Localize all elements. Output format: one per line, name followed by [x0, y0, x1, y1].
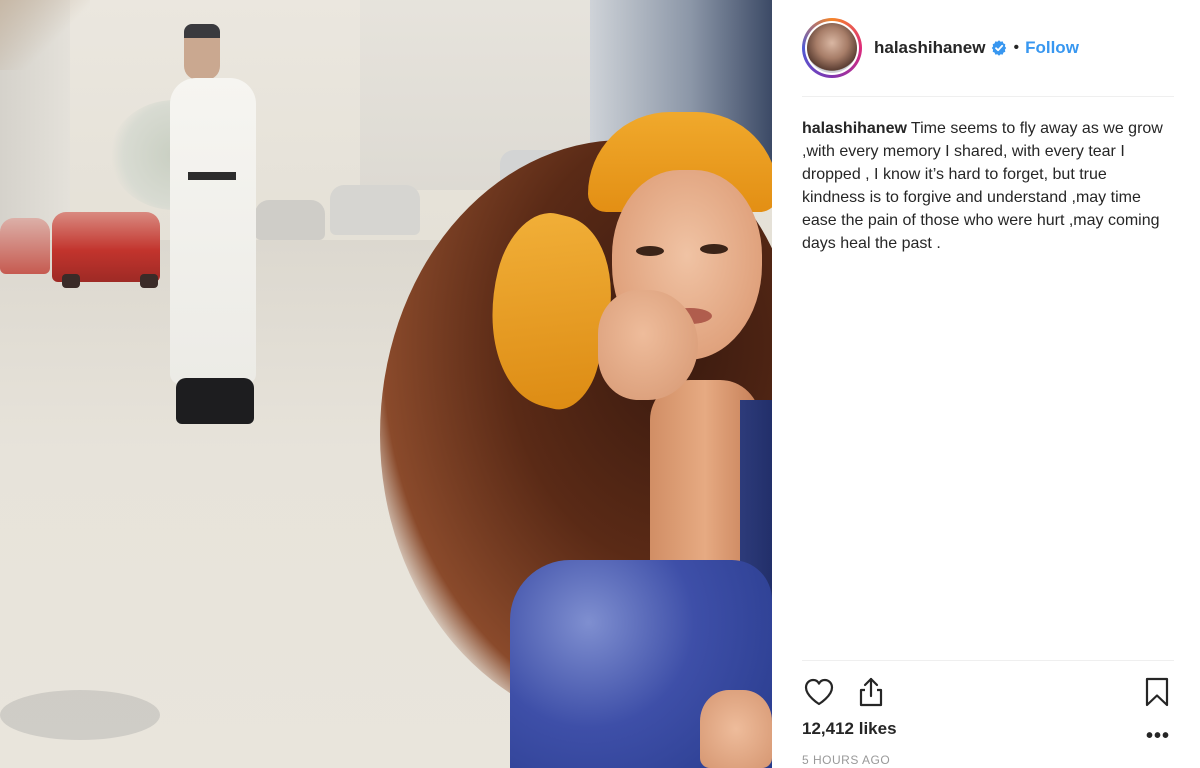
- instagram-post: halashihanew • Follow halashihanew Time s…: [0, 0, 1200, 768]
- post-sidebar: halashihanew • Follow halashihanew Time s…: [772, 0, 1200, 768]
- follow-button[interactable]: Follow: [1025, 38, 1079, 58]
- heart-icon[interactable]: [802, 675, 836, 709]
- caption: halashihanew Time seems to fly away as we…: [802, 117, 1168, 255]
- bookmark-icon[interactable]: [1140, 675, 1174, 709]
- separator-dot: •: [1013, 39, 1020, 56]
- post-timestamp[interactable]: 5 HOURS AGO: [802, 753, 890, 767]
- story-ring[interactable]: [802, 18, 862, 78]
- avatar: [807, 23, 857, 73]
- post-header: halashihanew • Follow: [802, 0, 1174, 97]
- caption-text: Time seems to fly away as we grow ,with …: [802, 120, 1163, 252]
- post-actions: 12,412 likes ••• 5 HOURS AGO: [802, 660, 1174, 768]
- share-icon[interactable]: [854, 675, 888, 709]
- verified-badge-icon: [991, 40, 1007, 56]
- post-photo[interactable]: [0, 0, 772, 768]
- more-options-button[interactable]: •••: [1146, 725, 1170, 748]
- likes-count[interactable]: 12,412 likes: [802, 719, 897, 739]
- username-link[interactable]: halashihanew: [874, 38, 985, 58]
- caption-username-link[interactable]: halashihanew: [802, 120, 907, 137]
